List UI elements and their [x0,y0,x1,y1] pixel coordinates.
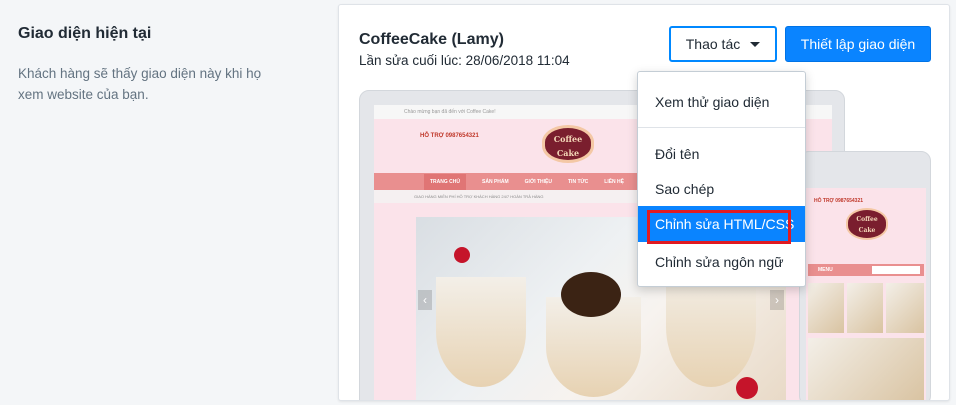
menu-item-preview-theme[interactable]: Xem thử giao diện [638,84,805,120]
mobile-search-box [872,266,920,274]
section-description: Khách hàng sẽ thấy giao diện này khi họ … [18,66,262,102]
menu-item-edit-html-css[interactable]: Chỉnh sửa HTML/CSS [638,206,805,244]
actions-dropdown-menu: Xem thử giao diện Đổi tên Sao chép Chỉnh… [637,71,806,287]
menu-item-rename[interactable]: Đổi tên [638,136,805,172]
annotation-highlight-box [647,210,791,244]
theme-last-edited: Lần sửa cuối lúc: 28/06/2018 11:04 [359,53,570,68]
section-title: Giao diện hiện tại [18,25,152,42]
actions-dropdown-button[interactable]: Thao tác [669,26,777,62]
menu-item-edit-language[interactable]: Chỉnh sửa ngôn ngữ [638,244,805,280]
actions-label: Thao tác [685,36,741,52]
mobile-logo: Coffee Cake [846,208,888,240]
preview-logo: Coffee Cake [542,125,594,163]
mobile-preview-screen: HỖ TRỢ 0987654321 Coffee Cake MENU [806,188,926,400]
preview-hotline: HỖ TRỢ 0987654321 [420,133,479,139]
preview-next-arrow-icon: › [770,290,784,310]
caret-down-icon [750,41,761,47]
mobile-hotline: HỖ TRỢ 0987654321 [814,198,864,204]
customize-theme-button[interactable]: Thiết lập giao diện [785,26,931,62]
menu-divider [638,127,805,128]
section-info: Giao diện hiện tại Khách hàng sẽ thấy gi… [18,24,298,105]
theme-name: CoffeeCake (Lamy) [359,31,504,48]
preview-prev-arrow-icon: ‹ [418,290,432,310]
mobile-preview: HỖ TRỢ 0987654321 Coffee Cake MENU [799,151,931,400]
menu-item-duplicate[interactable]: Sao chép [638,171,805,207]
